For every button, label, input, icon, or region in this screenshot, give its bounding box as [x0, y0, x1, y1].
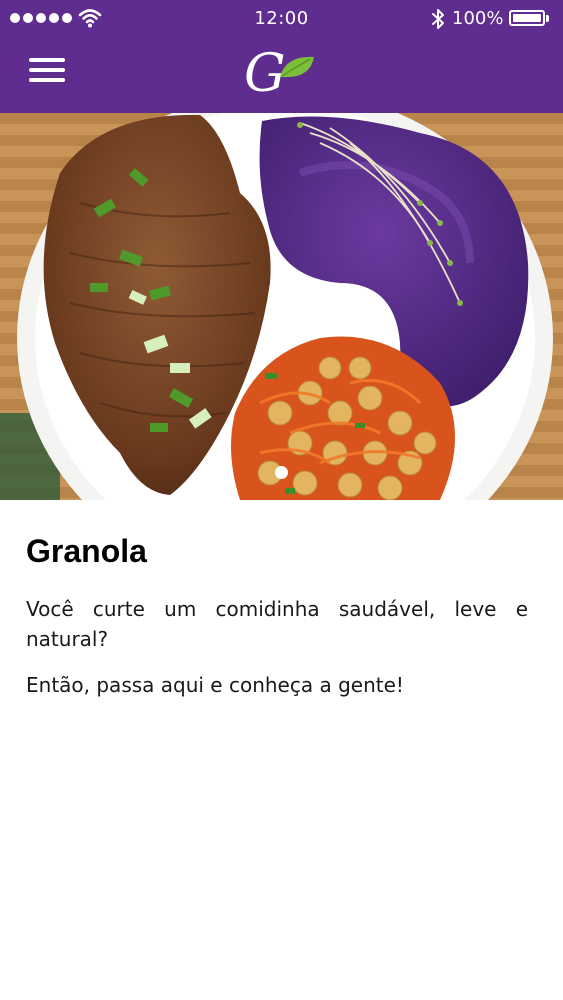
battery-icon	[509, 10, 545, 26]
menu-button[interactable]	[22, 52, 66, 92]
article-paragraph-2: Então, passa aqui e conheça a gente!	[26, 673, 404, 697]
app-logo: G	[240, 43, 322, 104]
hamburger-menu-icon	[29, 58, 65, 62]
carousel-pager[interactable]	[0, 466, 563, 479]
article-paragraph-1: Você curte um comidinha saudável, leve e…	[26, 597, 528, 651]
hero-image[interactable]	[0, 113, 563, 500]
status-bar: 12:00 100%	[0, 0, 563, 38]
article-content: Granola Você curte um comidinha saudável…	[26, 526, 528, 700]
logo-letter: G	[244, 44, 286, 103]
app-header: 12:00 100% G	[0, 0, 563, 113]
battery-percentage: 100%	[452, 8, 504, 29]
app-screen: 12:00 100% G Granola Você curte um comid…	[0, 0, 563, 1000]
article-title: Granola	[26, 533, 147, 569]
food-photo	[0, 113, 563, 500]
battery-cap	[546, 15, 549, 22]
bluetooth-icon	[432, 9, 444, 29]
pager-dot-active[interactable]	[275, 466, 288, 479]
